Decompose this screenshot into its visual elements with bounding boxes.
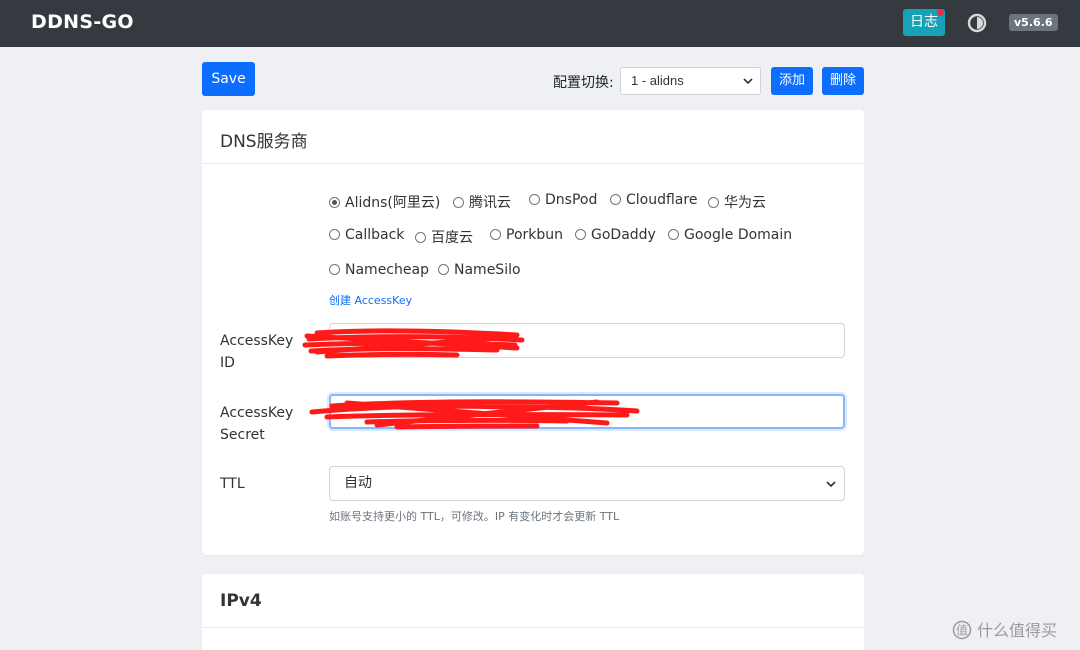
radio-namesilo[interactable]: NameSilo — [438, 262, 521, 278]
radio-label: Alidns(阿里云) — [345, 195, 441, 211]
radio-cloudflare[interactable]: Cloudflare — [610, 192, 697, 208]
radio-button[interactable] — [610, 194, 621, 205]
radio-label: Cloudflare — [626, 192, 698, 208]
radio-alidns[interactable]: Alidns(阿里云) — [329, 192, 440, 212]
radio-label: GoDaddy — [591, 227, 656, 243]
add-profile-button[interactable]: 添加 — [771, 67, 813, 95]
radio-dnspod[interactable]: DnsPod — [529, 192, 597, 208]
radio-button[interactable] — [453, 197, 464, 208]
delete-profile-button[interactable]: 删除 — [822, 67, 864, 95]
smzdm-logo-icon: 值 — [952, 620, 972, 640]
redaction-scribble — [309, 399, 640, 430]
ttl-select-value: 自动 — [344, 475, 372, 491]
navbar: DDNS-GO 日志 v5.6.6 — [0, 0, 1080, 47]
radio-namecheap[interactable]: Namecheap — [329, 262, 429, 278]
radio-button[interactable] — [529, 194, 540, 205]
radio-button[interactable] — [329, 264, 340, 275]
card-header: DNS服务商 — [202, 110, 864, 164]
radio-label: Callback — [345, 227, 405, 243]
svg-text:值: 值 — [956, 623, 968, 638]
radio-google-domain[interactable]: Google Domain — [668, 227, 792, 243]
profile-select-value: 1 - alidns — [631, 73, 684, 88]
card-title: DNS服务商 — [220, 132, 308, 152]
ttl-select[interactable]: 自动 — [329, 466, 845, 501]
radio-button-checked[interactable] — [329, 197, 340, 208]
radio-callback[interactable]: Callback — [329, 227, 404, 243]
radio-godaddy[interactable]: GoDaddy — [575, 227, 656, 243]
half-circle-icon[interactable] — [967, 13, 987, 33]
redaction-scribble — [302, 328, 525, 359]
brand-title[interactable]: DDNS-GO — [31, 11, 134, 33]
radio-button[interactable] — [415, 232, 426, 243]
radio-label: 华为云 — [724, 195, 766, 211]
label-line: AccessKey — [220, 405, 294, 421]
card-header: IPv4 — [202, 574, 864, 628]
radio-huaweicloud[interactable]: 华为云 — [708, 192, 766, 212]
chevron-down-icon — [743, 78, 753, 85]
ttl-label: TTL — [220, 476, 245, 492]
radio-button[interactable] — [438, 264, 449, 275]
radio-label: 腾讯云 — [469, 195, 511, 211]
radio-label: NameSilo — [454, 262, 521, 278]
radio-label: DnsPod — [545, 192, 598, 208]
label-line: Secret — [220, 427, 265, 443]
version-badge: v5.6.6 — [1009, 14, 1058, 31]
radio-porkbun[interactable]: Porkbun — [490, 227, 563, 243]
card-title: IPv4 — [220, 591, 262, 611]
radio-label: Porkbun — [506, 227, 564, 243]
radio-baiducloud[interactable]: 百度云 — [415, 227, 473, 247]
radio-button[interactable] — [708, 197, 719, 208]
access-key-secret-label: AccessKey Secret — [220, 402, 293, 446]
label-line: AccessKey — [220, 333, 294, 349]
create-accesskey-link[interactable]: 创建 AccessKey — [329, 292, 412, 308]
profile-select[interactable]: 1 - alidns — [620, 67, 761, 95]
radio-button[interactable] — [329, 229, 340, 240]
radio-tencentcloud[interactable]: 腾讯云 — [453, 192, 511, 212]
ipv4-card: IPv4 — [202, 574, 864, 650]
radio-button[interactable] — [575, 229, 586, 240]
dns-provider-card: DNS服务商 Alidns(阿里云) 腾讯云 DnsPod Cloudflare… — [202, 110, 864, 555]
log-button[interactable]: 日志 — [903, 9, 945, 36]
access-key-id-label: AccessKey ID — [220, 330, 293, 374]
radio-button[interactable] — [490, 229, 501, 240]
radio-label: 百度云 — [431, 230, 473, 246]
radio-label: Google Domain — [684, 227, 793, 243]
watermark-text: 什么值得买 — [977, 621, 1058, 640]
radio-button[interactable] — [668, 229, 679, 240]
radio-label: Namecheap — [345, 262, 429, 278]
label-line: ID — [220, 355, 235, 371]
log-button-label: 日志 — [910, 14, 938, 30]
profile-switch-label: 配置切换: — [553, 75, 614, 91]
notification-dot — [937, 9, 944, 16]
ttl-help-text: 如账号支持更小的 TTL，可修改。IP 有变化时才会更新 TTL — [329, 510, 620, 523]
watermark: 值 什么值得买 — [952, 617, 1057, 641]
chevron-down-icon — [826, 481, 836, 488]
save-button[interactable]: Save — [202, 62, 255, 96]
